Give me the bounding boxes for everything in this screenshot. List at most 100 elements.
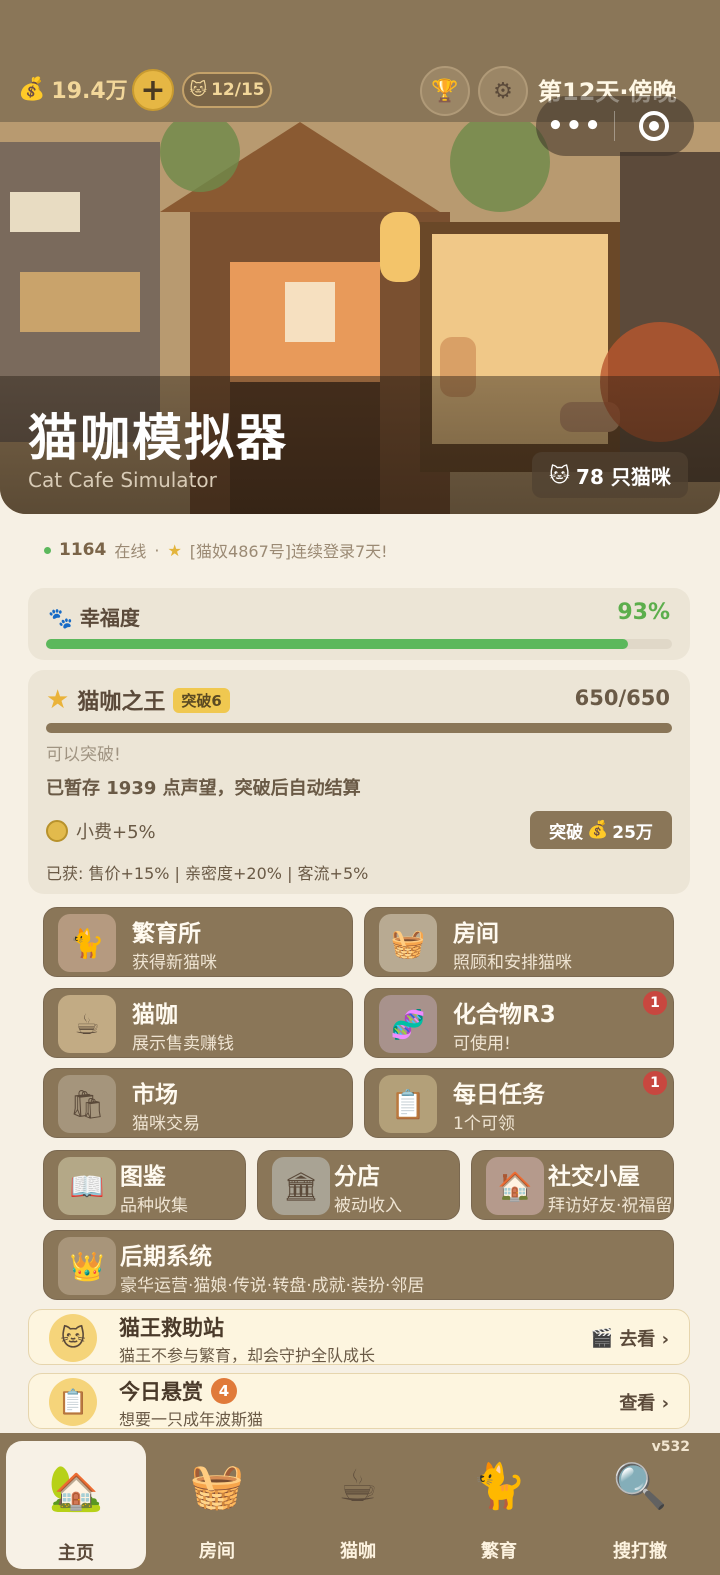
settings-button[interactable]: ⚙ [478,66,528,116]
menu-social[interactable]: 🏠 社交小屋 拜访好友·祝福留言 [471,1150,674,1220]
close-miniprogram-button[interactable] [615,111,693,141]
more-options-icon[interactable]: ••• [536,111,614,141]
menu-compound[interactable]: 🧬 化合物R3 可使用! 1 [364,988,674,1058]
building-icon: 🏛 [272,1157,330,1215]
breeding-cats-icon: 🐈 [471,1461,527,1512]
cat-cup-icon: ☕ [338,1460,378,1512]
menu-late-title: 后期系统 [120,1244,212,1270]
shopping-bag-icon: 🛍 [58,1075,116,1133]
notification-badge: 1 [643,991,667,1015]
game-title: 猫咖模拟器 [28,409,288,467]
magnifier-map-icon: 🔍 [612,1461,668,1512]
cafe-king-card: ★ 猫咖之王 突破6 650/650 可以突破! 已暂存 1939 点声望，突破… [28,670,690,894]
trophy-icon: 🏆 [431,78,459,104]
daily-bounty-banner[interactable]: 📋 今日悬赏 4 想要一只成年波斯猫 查看 › [28,1373,690,1429]
cat-face-icon: 🐱 [549,463,571,487]
menu-daily-tasks[interactable]: 📋 每日任务 1个可领 1 [364,1068,674,1138]
gift-cup-button[interactable]: 🏆 [420,66,470,116]
tip-bonus: 小费+5% [46,818,156,844]
cat-capacity-value: 12/15 [211,80,265,100]
rescue-title: 猫王救助站 [119,1316,224,1340]
menu-guide-sub: 品种收集 [120,1196,188,1216]
tab-cafe[interactable]: ☕ 猫咖 [288,1439,428,1569]
menu-daily-title: 每日任务 [453,1082,545,1108]
tab-search-label: 搜打撤 [613,1541,667,1562]
miniprogram-capsule: ••• [536,96,694,156]
menu-compound-title: 化合物R3 [453,1002,556,1028]
star-icon: ★ [167,540,182,560]
happiness-card: 🐾 幸福度 93% [28,588,690,660]
bounty-view-link[interactable]: 查看 › [619,1389,669,1415]
happiness-label-text: 幸福度 [79,606,140,630]
stored-reputation-text: 已暂存 1939 点声望，突破后自动结算 [46,778,361,799]
online-status-row: 1164 在线 · ★ [猫奴4867号]连续登录7天! [44,538,388,562]
book-icon: 📖 [58,1157,116,1215]
menu-branch[interactable]: 🏛 分店 被动收入 [257,1150,460,1220]
bounty-title-row: 今日悬赏 4 [119,1376,237,1406]
breeding-cats-icon: 🐈 [58,914,116,972]
bounty-subtitle: 想要一只成年波斯猫 [119,1410,264,1429]
money-bag-icon: 💰 [587,820,609,840]
tab-home-label: 主页 [58,1543,94,1564]
happiness-progress-fill [46,639,629,649]
tab-breed-label: 繁育 [481,1541,517,1562]
menu-market-title: 市场 [132,1082,178,1108]
tab-room[interactable]: 🧺 房间 [147,1439,287,1569]
cat-capacity-badge[interactable]: 🐱 12/15 [182,72,272,108]
money-bag-icon: 💰 [18,76,46,102]
menu-breed-title: 繁育所 [132,921,201,947]
menu-late-systems[interactable]: 👑 后期系统 豪华运营·猫娘·传说·转盘·成就·装扮·邻居 [43,1230,674,1300]
breakthrough-cost: 25万 [612,822,653,843]
menu-breed[interactable]: 🐈 繁育所 获得新猫咪 [43,907,353,977]
rescue-subtitle: 猫王不参与繁育，却会守护全队成长 [119,1346,376,1365]
breakthrough-button[interactable]: 突破 💰 25万 [530,811,672,849]
money-display: 💰 19.4万 [18,72,128,106]
cat-bed-icon: 🧺 [189,1461,245,1512]
menu-social-sub: 拜访好友·祝福留言 [548,1196,673,1216]
rescue-station-banner[interactable]: 🐱 猫王救助站 猫王不参与繁育，却会守护全队成长 🎬 去看 › [28,1309,690,1365]
menu-guide[interactable]: 📖 图鉴 品种收集 [43,1150,246,1220]
clipboard-icon: 📋 [49,1378,97,1426]
breakthrough-label: 突破 [549,822,584,843]
tab-home[interactable]: 🏡 主页 [6,1441,146,1569]
house-icon: 🏡 [48,1463,104,1514]
crown-icon: 👑 [58,1237,116,1295]
reputation-score: 650/650 [574,686,670,710]
notification-badge: 1 [643,1071,667,1095]
menu-branch-sub: 被动收入 [334,1196,402,1216]
clapperboard-icon: 🎬 [590,1327,614,1349]
menu-room[interactable]: 🧺 房间 照顾和安排猫咪 [364,907,674,977]
hero-banner: 猫咖模拟器 Cat Cafe Simulator 🐱 78 只猫咪 [0,122,720,514]
tip-bonus-text: 小费+5% [76,822,156,843]
menu-room-sub: 照顾和安排猫咪 [453,953,572,973]
total-cats-badge[interactable]: 🐱 78 只猫咪 [532,452,688,498]
reputation-progress-track [46,723,672,733]
reputation-progress-fill [46,723,672,733]
menu-daily-sub: 1个可领 [453,1114,515,1134]
tab-breed[interactable]: 🐈 繁育 [429,1439,569,1569]
menu-compound-sub: 可使用! [453,1034,511,1054]
bounty-title: 今日悬赏 [119,1380,203,1404]
tab-room-label: 房间 [199,1541,235,1562]
paw-icon: 🐾 [48,606,73,630]
dna-icon: 🧬 [379,995,437,1053]
menu-room-title: 房间 [453,921,499,947]
menu-market[interactable]: 🛍 市场 猫咪交易 [43,1068,353,1138]
game-subtitle: Cat Cafe Simulator [28,468,217,492]
target-icon [639,111,669,141]
gear-icon: ⚙ [493,78,513,104]
menu-market-sub: 猫咪交易 [132,1114,200,1134]
bounty-action-label: 查看 › [619,1393,669,1414]
can-break-text: 可以突破! [46,745,121,765]
menu-cafe-title: 猫咖 [132,1002,178,1028]
tab-search[interactable]: 🔍 搜打撤 [570,1439,710,1569]
separator: · [154,540,160,560]
happiness-percent: 93% [617,600,670,625]
menu-cafe[interactable]: ☕ 猫咖 展示售卖赚钱 [43,988,353,1058]
add-money-button[interactable]: + [132,69,174,111]
star-icon: ★ [46,685,70,715]
menu-branch-title: 分店 [334,1164,380,1190]
rescue-go-link[interactable]: 🎬 去看 › [591,1325,669,1351]
gained-bonuses: 已获: 售价+15% | 亲密度+20% | 客流+5% [46,864,369,883]
money-amount: 19.4万 [51,79,128,104]
